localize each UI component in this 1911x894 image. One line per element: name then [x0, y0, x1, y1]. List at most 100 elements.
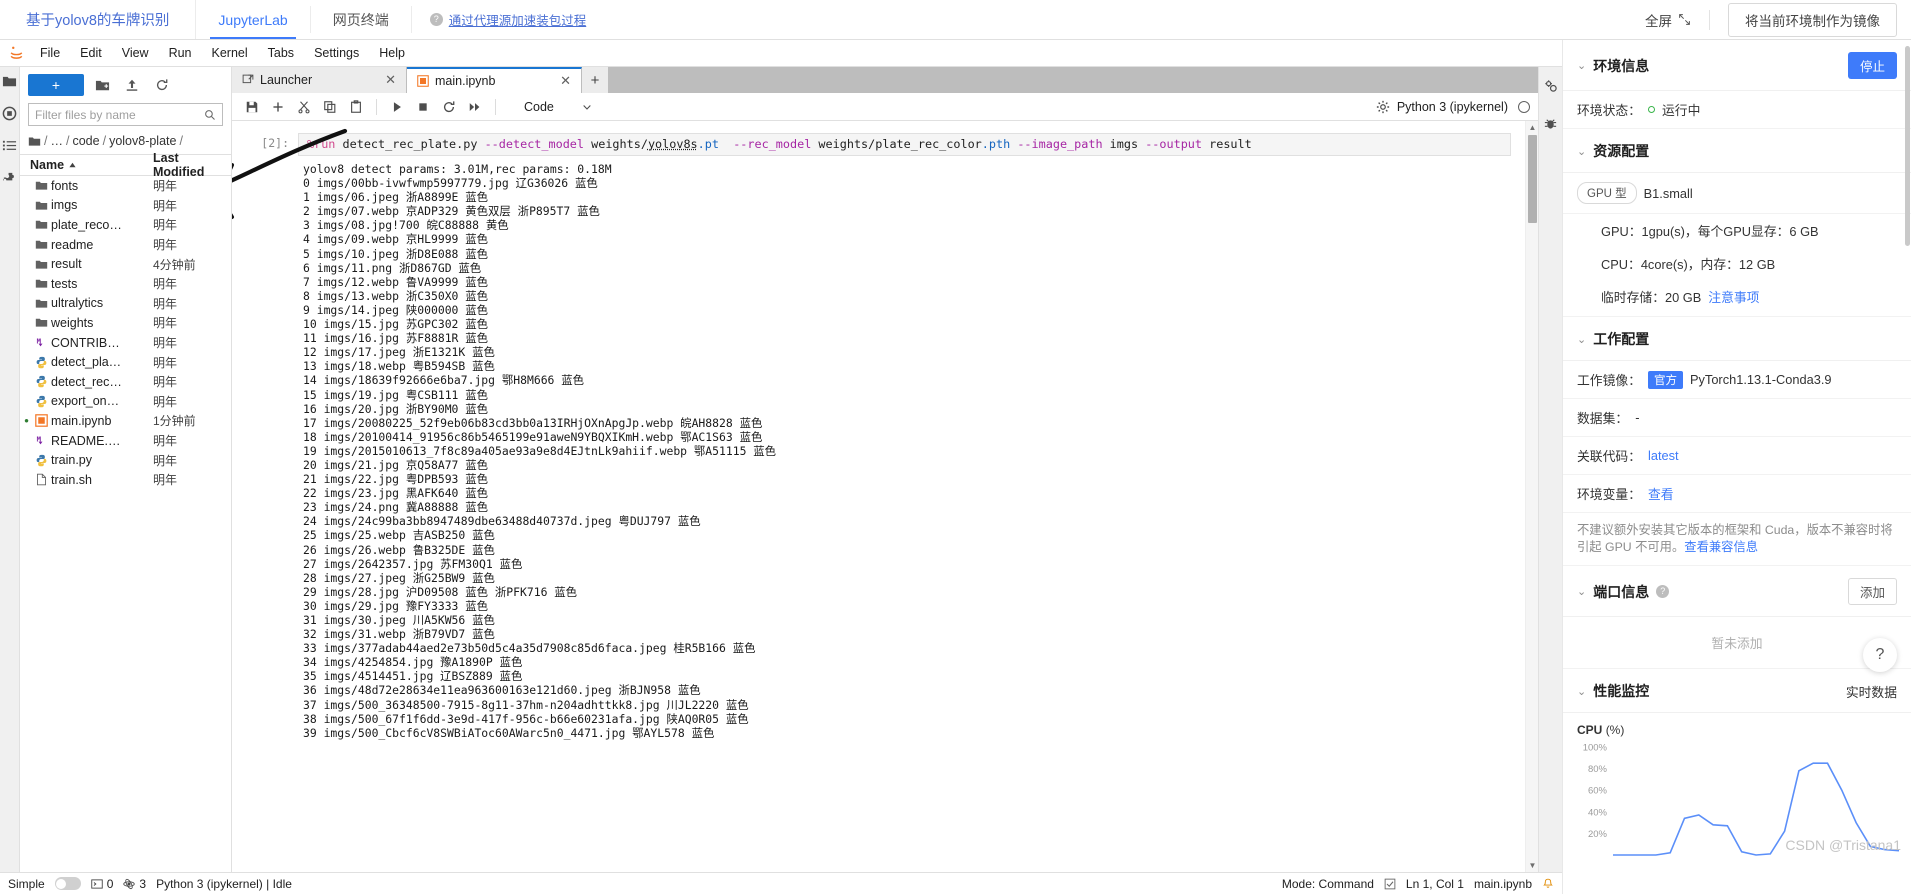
breadcrumb-code[interactable]: code	[72, 134, 99, 148]
file-list-item[interactable]: train.sh 明年	[20, 470, 231, 490]
debugger-icon[interactable]	[1543, 115, 1559, 131]
scroll-down-icon[interactable]: ▼	[1526, 859, 1538, 872]
compat-info-link[interactable]: 查看兼容信息	[1684, 540, 1758, 554]
file-list-item[interactable]: • main.ipynb 1分钟前	[20, 411, 231, 431]
filter-files-input[interactable]	[35, 107, 204, 122]
file-list-item[interactable]: train.py 明年	[20, 450, 231, 470]
new-folder-icon[interactable]	[90, 74, 114, 96]
kernel-status-text[interactable]: Python 3 (ipykernel) | Idle	[156, 877, 292, 891]
paste-icon[interactable]	[344, 95, 368, 119]
refresh-icon[interactable]	[150, 74, 174, 96]
column-header-modified[interactable]: Last Modified	[153, 151, 231, 179]
file-list-item[interactable]: tests 明年	[20, 274, 231, 294]
file-list-item[interactable]: readme 明年	[20, 235, 231, 255]
notebook-cell[interactable]: [2]: %run detect_rec_plate.py --detect_m…	[232, 133, 1525, 156]
menu-file[interactable]: File	[30, 40, 70, 66]
cpu-chart-title-text: CPU	[1577, 723, 1603, 737]
scrollbar-thumb[interactable]	[1528, 135, 1537, 223]
new-launcher-button[interactable]: +	[28, 74, 84, 96]
scroll-up-icon[interactable]: ▲	[1526, 121, 1538, 134]
menu-tabs[interactable]: Tabs	[258, 40, 304, 66]
section-env-info-header[interactable]: ⌄ 环境信息 停止	[1563, 40, 1911, 91]
section-work-config-header[interactable]: ⌄ 工作配置	[1563, 317, 1911, 361]
kernel-count[interactable]: 3	[123, 877, 146, 891]
file-list-item[interactable]: M CONTRIB… 明年	[20, 333, 231, 353]
linked-code-value[interactable]: latest	[1648, 448, 1679, 463]
question-circle-icon[interactable]: ?	[1656, 585, 1670, 598]
run-icon[interactable]	[385, 95, 409, 119]
file-list-item[interactable]: detect_rec… 明年	[20, 372, 231, 392]
cell-input-area[interactable]: %run detect_rec_plate.py --detect_model …	[298, 133, 1511, 156]
file-list-item[interactable]: fonts 明年	[20, 176, 231, 196]
menu-run[interactable]: Run	[159, 40, 202, 66]
section-resource-header[interactable]: ⌄ 资源配置	[1563, 129, 1911, 173]
environment-panel-scroll[interactable]: ⌄ 环境信息 停止 环境状态： 运行中 ⌄ 资源配置 GPU 型 B1.smal…	[1563, 40, 1911, 894]
restart-run-all-icon[interactable]	[463, 95, 487, 119]
help-fab-button[interactable]: ?	[1863, 638, 1897, 672]
new-tab-button[interactable]: +	[582, 67, 608, 93]
make-image-button[interactable]: 将当前环境制作为镜像	[1728, 2, 1897, 37]
kernel-idle-circle-icon[interactable]	[1518, 100, 1530, 113]
close-icon[interactable]: ✕	[385, 72, 396, 88]
stop-environment-button[interactable]: 停止	[1847, 52, 1897, 79]
tab-jupyterlab[interactable]: JupyterLab	[196, 0, 309, 39]
file-list-item[interactable]: export_on… 明年	[20, 392, 231, 412]
add-port-button[interactable]: 添加	[1847, 578, 1897, 605]
file-list-item[interactable]: imgs 明年	[20, 196, 231, 216]
file-list-item[interactable]: M README.… 明年	[20, 431, 231, 451]
search-icon[interactable]	[204, 109, 216, 121]
extensions-icon[interactable]	[2, 169, 18, 185]
file-list-item[interactable]: detect_pla… 明年	[20, 352, 231, 372]
tab-web-terminal[interactable]: 网页终端	[311, 0, 411, 39]
section-perf-header[interactable]: ⌄ 性能监控 实时数据	[1563, 669, 1911, 713]
tab-launcher[interactable]: Launcher ✕	[232, 67, 407, 93]
folder-icon[interactable]	[2, 73, 18, 89]
env-panel-scrollbar[interactable]	[1904, 40, 1911, 894]
tab-main-ipynb[interactable]: main.ipynb ✕	[407, 67, 582, 93]
file-list-item[interactable]: ultralytics 明年	[20, 294, 231, 314]
gear-icon[interactable]	[1371, 95, 1395, 119]
menu-settings[interactable]: Settings	[304, 40, 369, 66]
commands-icon[interactable]	[2, 137, 18, 153]
storage-notice-link[interactable]: 注意事项	[1708, 287, 1759, 306]
terminal-count[interactable]: 0	[90, 877, 113, 891]
notebook-scroll-column[interactable]: [2]: %run detect_rec_plate.py --detect_m…	[232, 121, 1525, 872]
stop-icon[interactable]	[411, 95, 435, 119]
envvar-view-link[interactable]: 查看	[1648, 484, 1674, 503]
restart-icon[interactable]	[437, 95, 461, 119]
menu-help[interactable]: Help	[369, 40, 415, 66]
file-list-item[interactable]: result 4分钟前	[20, 254, 231, 274]
project-title-tab[interactable]: 基于yolov8的车牌识别	[0, 0, 197, 39]
menu-edit[interactable]: Edit	[70, 40, 112, 66]
copy-icon[interactable]	[318, 95, 342, 119]
realtime-data-link[interactable]: 实时数据	[1846, 682, 1897, 701]
menu-view[interactable]: View	[112, 40, 159, 66]
fullscreen-button[interactable]: 全屏	[1627, 10, 1709, 30]
file-list-item[interactable]: plate_reco… 明年	[20, 215, 231, 235]
running-icon[interactable]	[2, 105, 18, 121]
file-modified: 明年	[153, 179, 178, 194]
column-header-name[interactable]: Name	[30, 158, 153, 172]
bell-icon[interactable]	[1542, 878, 1554, 890]
folder-icon[interactable]	[28, 135, 41, 148]
property-inspector-icon[interactable]	[1543, 77, 1559, 93]
breadcrumb-root[interactable]: /	[44, 134, 47, 148]
insert-cell-icon[interactable]	[266, 95, 290, 119]
proxy-accelerate-link[interactable]: ? 通过代理源加速装包过程	[412, 0, 605, 39]
output-line: 22 imgs/23.jpg 黑AFK640 蓝色	[303, 486, 489, 501]
notebook-scrollbar[interactable]: ▲ ▼	[1525, 121, 1538, 872]
close-icon[interactable]: ✕	[560, 73, 571, 89]
simple-mode-toggle[interactable]	[54, 877, 81, 890]
kernel-name-label[interactable]: Python 3 (ipykernel)	[1397, 100, 1508, 114]
cell-type-select[interactable]: Code	[518, 98, 598, 116]
breadcrumb-yolov8-plate[interactable]: yolov8-plate	[109, 134, 176, 148]
section-port-info-header[interactable]: ⌄ 端口信息 ? 添加	[1563, 566, 1911, 617]
file-list-item[interactable]: weights 明年	[20, 313, 231, 333]
env-scrollbar-thumb[interactable]	[1905, 46, 1910, 246]
upload-icon[interactable]	[120, 74, 144, 96]
save-icon[interactable]	[240, 95, 264, 119]
breadcrumb-ellipsis[interactable]: …	[50, 134, 63, 148]
file-filter-box[interactable]	[28, 103, 223, 126]
cut-icon[interactable]	[292, 95, 316, 119]
menu-kernel[interactable]: Kernel	[202, 40, 258, 66]
